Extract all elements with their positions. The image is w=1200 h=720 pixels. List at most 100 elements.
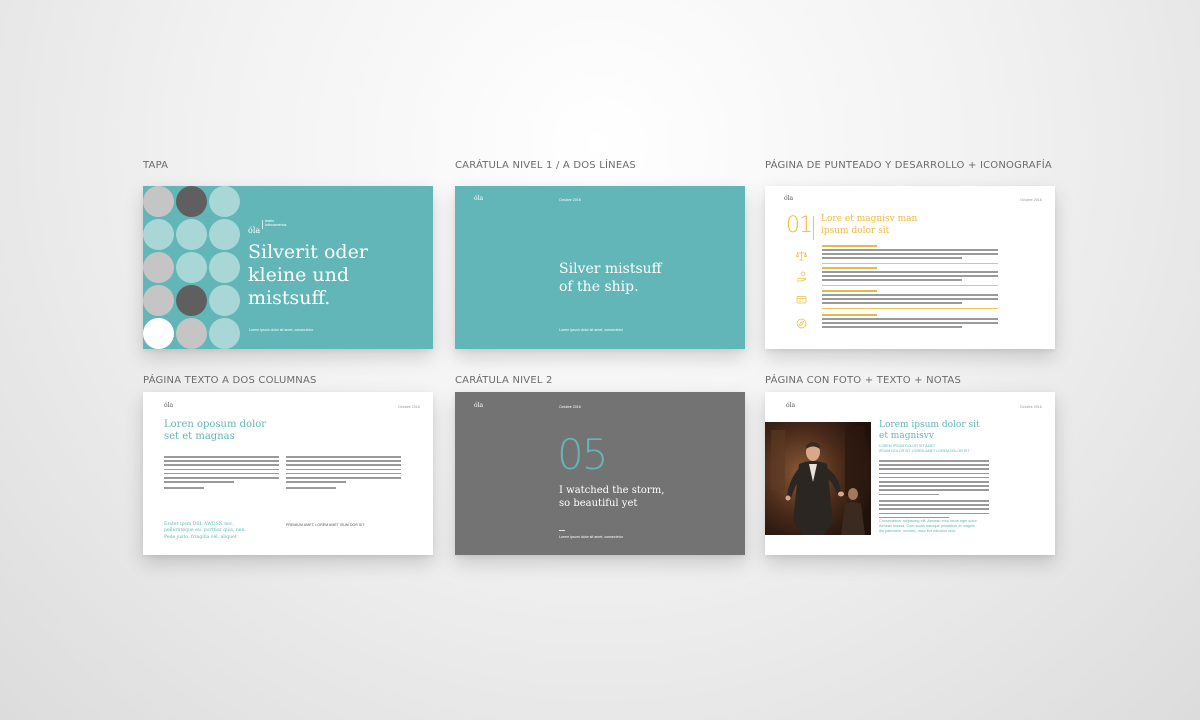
slide-footer: Lorem ipsum dolor sit amet, consectetur — [559, 535, 623, 539]
section-title: I watched the storm, so beautiful yet — [559, 485, 665, 509]
slide-title: Lorem ipsum dolor sit et magnisvv — [879, 420, 980, 441]
logo: óla — [474, 402, 484, 409]
cover-footer: Lorem ipsum dolor sit amet, consectetur — [249, 328, 313, 332]
pattern-dot — [209, 219, 240, 250]
placeholder-text-line — [822, 245, 877, 247]
section-title: Silver mistsuff of the ship. — [559, 261, 662, 295]
date-label: Octubre 2016 — [398, 405, 420, 409]
placeholder-text-line — [879, 485, 989, 487]
pattern-dot — [209, 318, 240, 349]
slide-foto-texto-notas[interactable]: óla Octubre 2016 Lorem ipsum dolor sit e… — [765, 392, 1055, 555]
logo: óla — [784, 195, 794, 202]
logo: óla — [164, 402, 174, 409]
placeholder-text-line — [286, 456, 401, 458]
pattern-dot — [143, 318, 174, 349]
placeholder-text-line — [879, 468, 989, 470]
compass-icon — [796, 316, 807, 329]
pattern-dot — [176, 318, 207, 349]
card-icon — [796, 292, 807, 304]
placeholder-text-line — [822, 302, 962, 304]
bullet-separator — [822, 308, 998, 309]
pattern-dot — [176, 186, 207, 217]
pattern-dot — [176, 219, 207, 250]
pattern-dot — [143, 219, 174, 250]
placeholder-text-line — [822, 271, 998, 273]
caption-caratula-nivel-1: CARÁTULA NIVEL 1 / A DOS LÍNEAS — [455, 160, 636, 171]
logo: óla — [786, 402, 796, 409]
pattern-dot — [209, 252, 240, 283]
date-label: Octubre 2016 — [1020, 198, 1042, 202]
placeholder-text-line — [822, 318, 998, 320]
placeholder-text-line — [164, 464, 279, 466]
hand-coin-icon — [796, 269, 807, 282]
placeholder-text-line — [879, 464, 989, 466]
placeholder-text-line — [879, 481, 989, 483]
placeholder-text-line — [879, 476, 989, 479]
slide-punteado[interactable]: óla Octubre 2016 01 Lore et magnisv man … — [765, 186, 1055, 349]
placeholder-text-line — [164, 456, 279, 458]
placeholder-text-line — [822, 275, 998, 277]
date-label: Octubre 2016 — [1020, 405, 1042, 409]
placeholder-text-line — [286, 477, 401, 479]
placeholder-text-line — [822, 290, 877, 292]
placeholder-text-line — [822, 279, 962, 281]
slide-title: Lore et magnisv man ipsum dolor sit — [821, 214, 918, 236]
placeholder-text-line — [879, 512, 989, 515]
placeholder-text-line — [286, 464, 401, 466]
placeholder-text-line — [822, 298, 998, 300]
placeholder-text-line — [286, 460, 401, 462]
pattern-dot — [176, 252, 207, 283]
placeholder-text-line — [286, 472, 401, 475]
subtitle: LOREM IPSUM DOLOR SIT AMET IPSUM DOLOR S… — [879, 444, 970, 453]
placeholder-text-line — [822, 314, 877, 316]
highlight-quote: Erster ipsm DSL AWDSN nec, pellernteque … — [164, 522, 246, 540]
pattern-dot — [143, 285, 174, 316]
placeholder-text-line — [822, 253, 998, 255]
slide-caratula-nivel-2[interactable]: óla Octubre 2016 05 I watched the storm,… — [455, 392, 745, 555]
slide-footer: Lorem ipsum dolor sit amet, consectetur — [559, 328, 623, 332]
placeholder-text-line — [164, 460, 279, 462]
placeholder-text-line — [164, 472, 279, 475]
placeholder-text-line — [822, 294, 998, 296]
placeholder-text-line — [879, 472, 989, 475]
caption-caratula-nivel-2: CARÁTULA NIVEL 2 — [455, 375, 553, 386]
placeholder-text-line — [879, 504, 989, 506]
section-number: 01 — [786, 213, 813, 238]
logo: óla — [474, 195, 484, 202]
placeholder-text-line — [822, 267, 877, 269]
slide-tapa[interactable]: óla teatro latinoamérica Silverit oder k… — [143, 186, 433, 349]
placeholder-text-line — [164, 477, 279, 479]
placeholder-text-line — [822, 257, 962, 259]
placeholder-text-line — [879, 508, 989, 510]
caption-pagina-punteado: PÁGINA DE PUNTEADO Y DESARROLLO + ICONOG… — [765, 160, 1052, 171]
pattern-dot — [143, 186, 174, 217]
placeholder-text-line — [879, 460, 989, 462]
scale-icon — [796, 248, 807, 261]
slide-caratula-nivel-1[interactable]: óla Octubre 2016 Silver mistsuff of the … — [455, 186, 745, 349]
placeholder-text-line — [164, 481, 234, 483]
date-label: Octubre 2016 — [559, 198, 581, 202]
placeholder-text-line — [286, 468, 401, 471]
placeholder-text-line — [164, 468, 279, 471]
pattern-dot — [209, 285, 240, 316]
slide-texto-dos-columnas[interactable]: óla Octubre 2016 Loren oposum dolor set … — [143, 392, 433, 555]
placeholder-text-line — [879, 489, 989, 491]
bullet-separator — [822, 263, 998, 264]
placeholder-text-line — [286, 481, 346, 483]
notes-text: Consectetuer adipiscing elit. Aenean ero… — [879, 519, 978, 534]
placeholder-text-line — [879, 500, 989, 502]
placeholder-text-line — [822, 322, 998, 324]
pattern-dot — [143, 252, 174, 283]
placeholder-text-line — [822, 249, 998, 251]
placeholder-text-line — [164, 487, 204, 489]
bullet-separator — [822, 285, 998, 286]
date-label: Octubre 2016 — [559, 405, 581, 409]
pattern-dot — [209, 186, 240, 217]
logo: óla teatro latinoamérica — [248, 219, 287, 235]
dot-pattern — [143, 186, 243, 349]
caption-pagina-texto-dos-columnas: PÁGINA TEXTO A DOS COLUMNAS — [143, 375, 317, 386]
note-label: PREMIUM AMET, LOREM AMET ISUM DOR SIT — [286, 523, 365, 527]
actor-photo — [765, 422, 871, 535]
placeholder-text-line — [879, 493, 939, 496]
section-number: 05 — [557, 430, 608, 479]
